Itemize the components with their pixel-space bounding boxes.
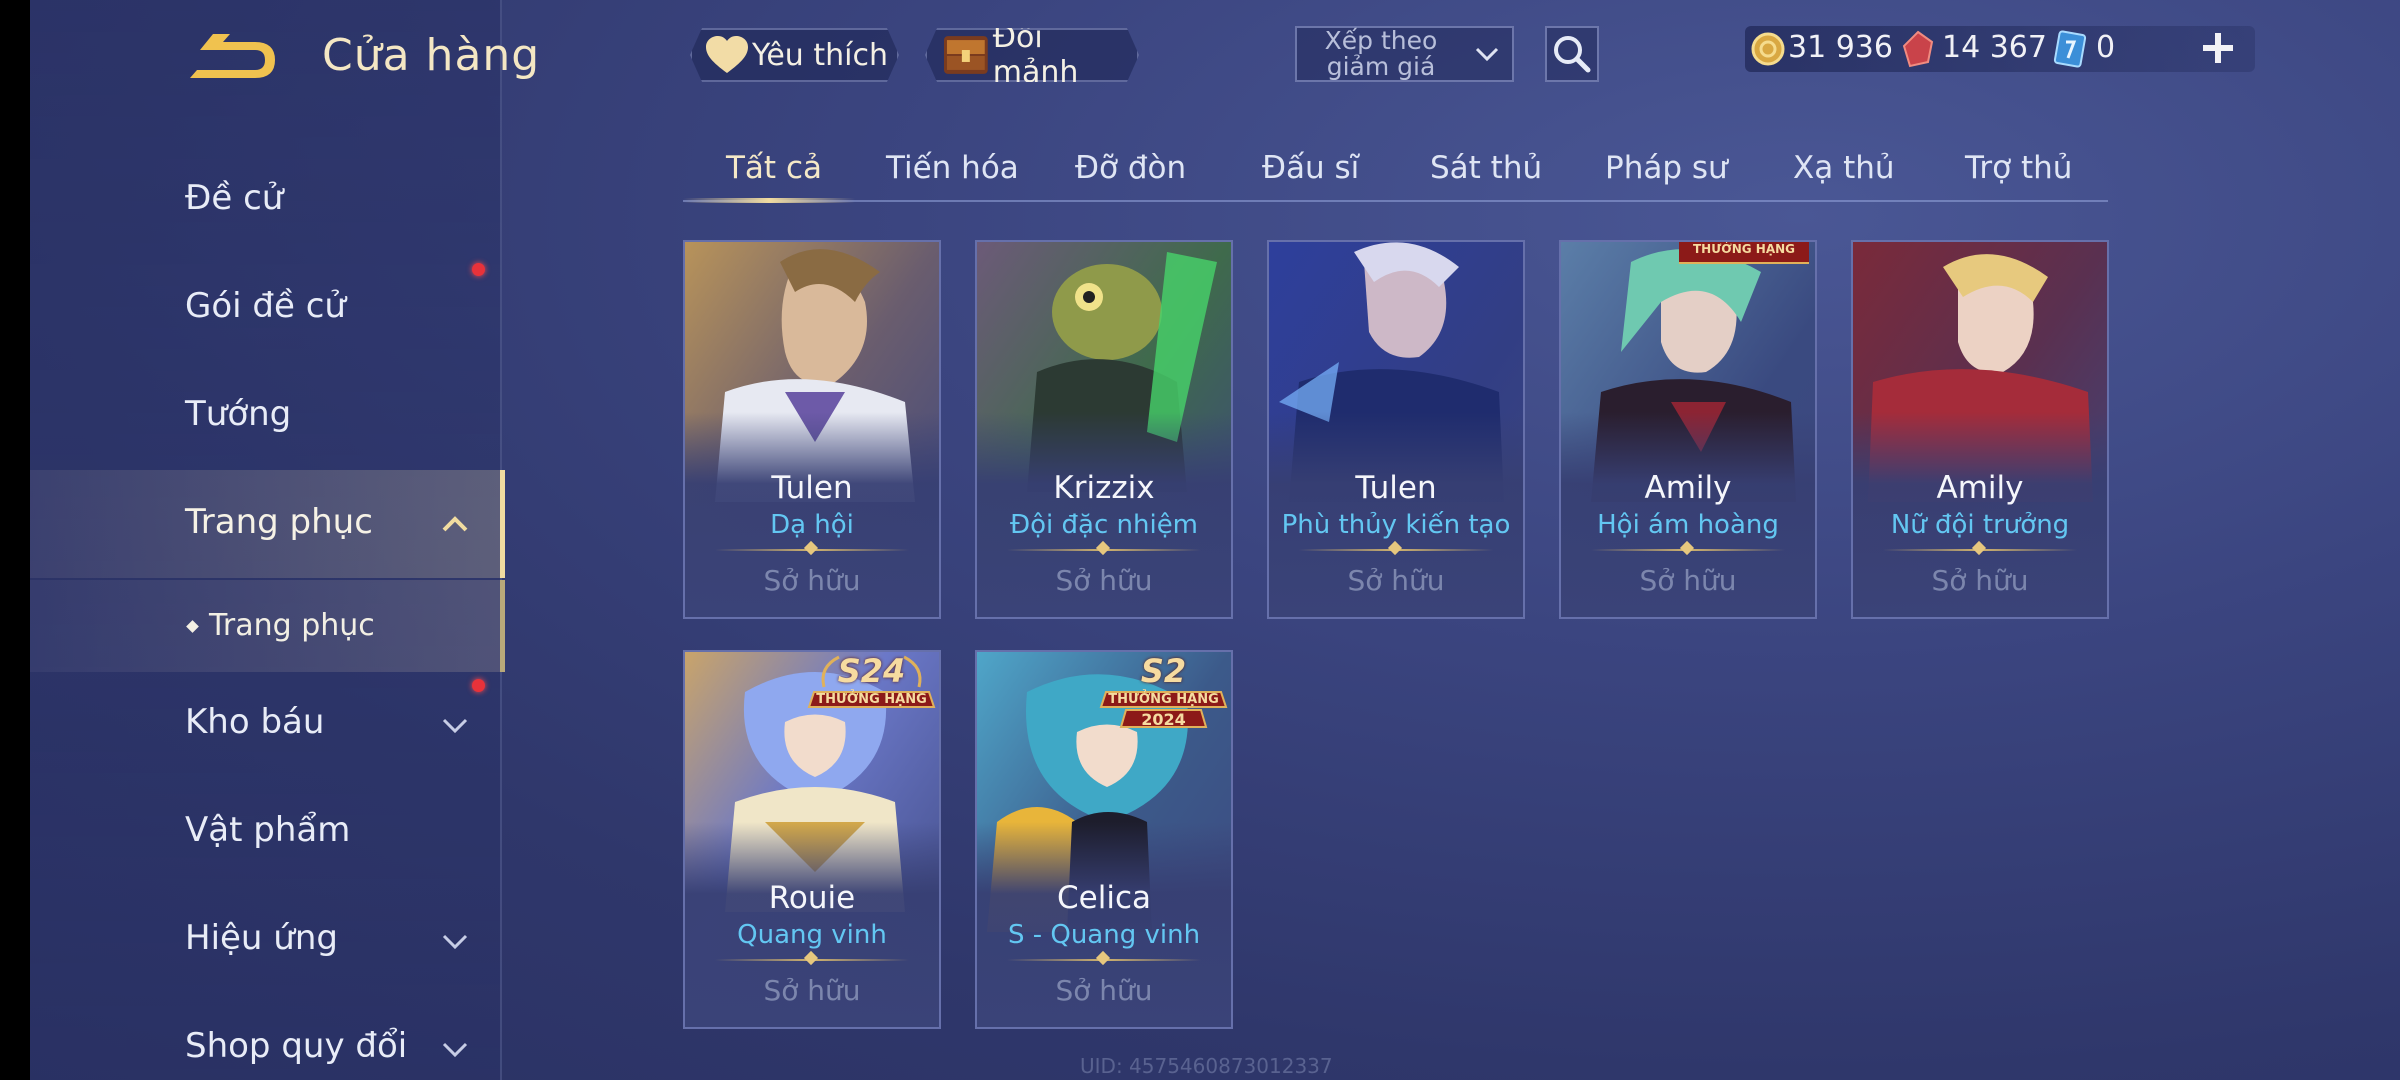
sidebar-item-recommended-packs[interactable]: Gói đề cử bbox=[185, 286, 346, 326]
gem-amount: 14 367 bbox=[1942, 30, 2047, 65]
favorite-button[interactable]: Yêu thích bbox=[690, 28, 899, 82]
skin-name: Đội đặc nhiệm bbox=[1009, 510, 1199, 540]
season-rank-badge: S2 THƯỞNG HẠNG 2024 bbox=[1096, 652, 1231, 742]
notification-dot bbox=[472, 263, 485, 276]
skin-name: Hội ám hoàng bbox=[1597, 510, 1779, 540]
tab-active-indicator bbox=[683, 198, 855, 203]
hero-name: Tulen bbox=[1355, 470, 1437, 506]
page-title: Cửa hàng bbox=[322, 30, 541, 81]
voucher-amount: 0 bbox=[2096, 30, 2116, 65]
tab-assassin[interactable]: Sát thủ bbox=[1430, 150, 1542, 186]
hero-name: Celica bbox=[1057, 880, 1151, 916]
chevron-up-icon[interactable] bbox=[440, 510, 470, 540]
chevron-down-icon[interactable] bbox=[440, 710, 470, 740]
tab-divider bbox=[683, 200, 2108, 202]
tab-tank[interactable]: Đỡ đòn bbox=[1075, 150, 1186, 186]
hero-name: Tulen bbox=[771, 470, 853, 506]
sidebar-item-effects[interactable]: Hiệu ứng bbox=[185, 918, 338, 958]
tab-all[interactable]: Tất cả bbox=[726, 150, 822, 186]
sidebar-item-heroes[interactable]: Tướng bbox=[185, 394, 291, 434]
sidebar-item-items[interactable]: Vật phẩm bbox=[185, 810, 350, 850]
notification-dot bbox=[472, 679, 485, 692]
sidebar-subitem-label: Trang phục bbox=[209, 608, 375, 643]
sort-dropdown[interactable]: Xếp theo giảm giá bbox=[1295, 26, 1514, 82]
skin-card[interactable]: Tulen Phù thủy kiến tạo Sở hữu bbox=[1267, 240, 1525, 619]
search-button[interactable] bbox=[1545, 26, 1599, 82]
tab-fighter[interactable]: Đấu sĩ bbox=[1262, 150, 1359, 186]
owned-status: Sở hữu bbox=[1639, 564, 1737, 597]
heart-icon bbox=[704, 35, 750, 75]
skin-card[interactable]: Amily Nữ đội trưởng Sở hữu bbox=[1851, 240, 2109, 619]
ranked-reward-label: THƯỞNG HẠNG bbox=[816, 692, 927, 707]
skin-name: Nữ đội trưởng bbox=[1890, 510, 2070, 540]
hero-name: Rouie bbox=[768, 880, 856, 916]
skin-name: Dạ hội bbox=[770, 510, 854, 540]
search-icon bbox=[1554, 36, 1591, 73]
bullet-diamond-icon bbox=[186, 620, 199, 633]
gem-icon bbox=[1902, 30, 1934, 68]
sort-label: Xếp theo giảm giá bbox=[1324, 26, 1438, 81]
ranked-reward-label: THƯỞNG HẠNG bbox=[1108, 692, 1219, 707]
sidebar-item-recommended[interactable]: Đề cử bbox=[185, 178, 283, 218]
tab-evolution[interactable]: Tiến hóa bbox=[886, 150, 1019, 186]
exchange-shards-button[interactable]: Đổi mảnh bbox=[925, 28, 1139, 82]
gold-coin-icon bbox=[1751, 32, 1785, 66]
skin-card[interactable]: S24 THƯỞNG HẠNG Rouie Quang vinh Sở hữu bbox=[683, 650, 941, 1029]
hero-name: Krizzix bbox=[1053, 470, 1155, 506]
tab-mage[interactable]: Pháp sư bbox=[1605, 150, 1728, 186]
owned-status: Sở hữu bbox=[1055, 974, 1153, 1007]
season-label: S2 bbox=[1140, 652, 1187, 690]
tab-marksman[interactable]: Xạ thủ bbox=[1793, 150, 1895, 186]
ranked-reward-badge: THƯỞNG HẠNG bbox=[1679, 242, 1809, 264]
hero-name: Amily bbox=[1644, 470, 1732, 506]
year-label: 2024 bbox=[1141, 710, 1186, 729]
skin-name: S - Quang vinh bbox=[1007, 920, 1201, 950]
sidebar-item-treasure[interactable]: Kho báu bbox=[185, 702, 324, 742]
season-rank-badge: S24 THƯỞNG HẠNG bbox=[804, 652, 939, 722]
user-id-watermark: UID: 4575460873012337 bbox=[1080, 1054, 1333, 1078]
tab-support[interactable]: Trợ thủ bbox=[1965, 150, 2072, 186]
skin-card[interactable]: S2 THƯỞNG HẠNG 2024 Celica S - Quang vin… bbox=[975, 650, 1233, 1029]
skin-card[interactable]: THƯỞNG HẠNG Amily Hội ám hoàng Sở hữu bbox=[1559, 240, 1817, 619]
hero-name: Amily bbox=[1936, 470, 2024, 506]
owned-status: Sở hữu bbox=[763, 974, 861, 1007]
voucher-card-icon bbox=[2053, 30, 2087, 68]
season-label: S24 bbox=[837, 652, 906, 690]
owned-status: Sở hữu bbox=[763, 564, 861, 597]
left-edge bbox=[0, 0, 30, 1080]
sidebar-subitem-skins[interactable]: Trang phục bbox=[186, 608, 375, 643]
owned-status: Sở hữu bbox=[1055, 564, 1153, 597]
chevron-down-icon[interactable] bbox=[440, 1034, 470, 1064]
skin-name: Quang vinh bbox=[737, 920, 887, 950]
treasure-chest-icon bbox=[941, 32, 991, 78]
skin-card[interactable]: Tulen Dạ hội Sở hữu bbox=[683, 240, 941, 619]
back-arrow-icon[interactable] bbox=[185, 30, 280, 90]
skin-name: Phù thủy kiến tạo bbox=[1281, 510, 1511, 540]
gold-amount: 31 936 bbox=[1788, 30, 1893, 65]
favorite-label: Yêu thích bbox=[752, 37, 888, 73]
chevron-down-icon bbox=[1475, 47, 1499, 62]
skin-card[interactable]: Krizzix Đội đặc nhiệm Sở hữu bbox=[975, 240, 1233, 619]
sidebar-item-skins[interactable]: Trang phục bbox=[185, 502, 373, 542]
owned-status: Sở hữu bbox=[1931, 564, 2029, 597]
plus-icon[interactable] bbox=[2200, 30, 2236, 66]
chevron-down-icon[interactable] bbox=[440, 926, 470, 956]
exchange-label: Đổi mảnh bbox=[992, 20, 1079, 90]
sidebar-item-exchange-shop[interactable]: Shop quy đổi bbox=[185, 1026, 407, 1066]
owned-status: Sở hữu bbox=[1347, 564, 1445, 597]
